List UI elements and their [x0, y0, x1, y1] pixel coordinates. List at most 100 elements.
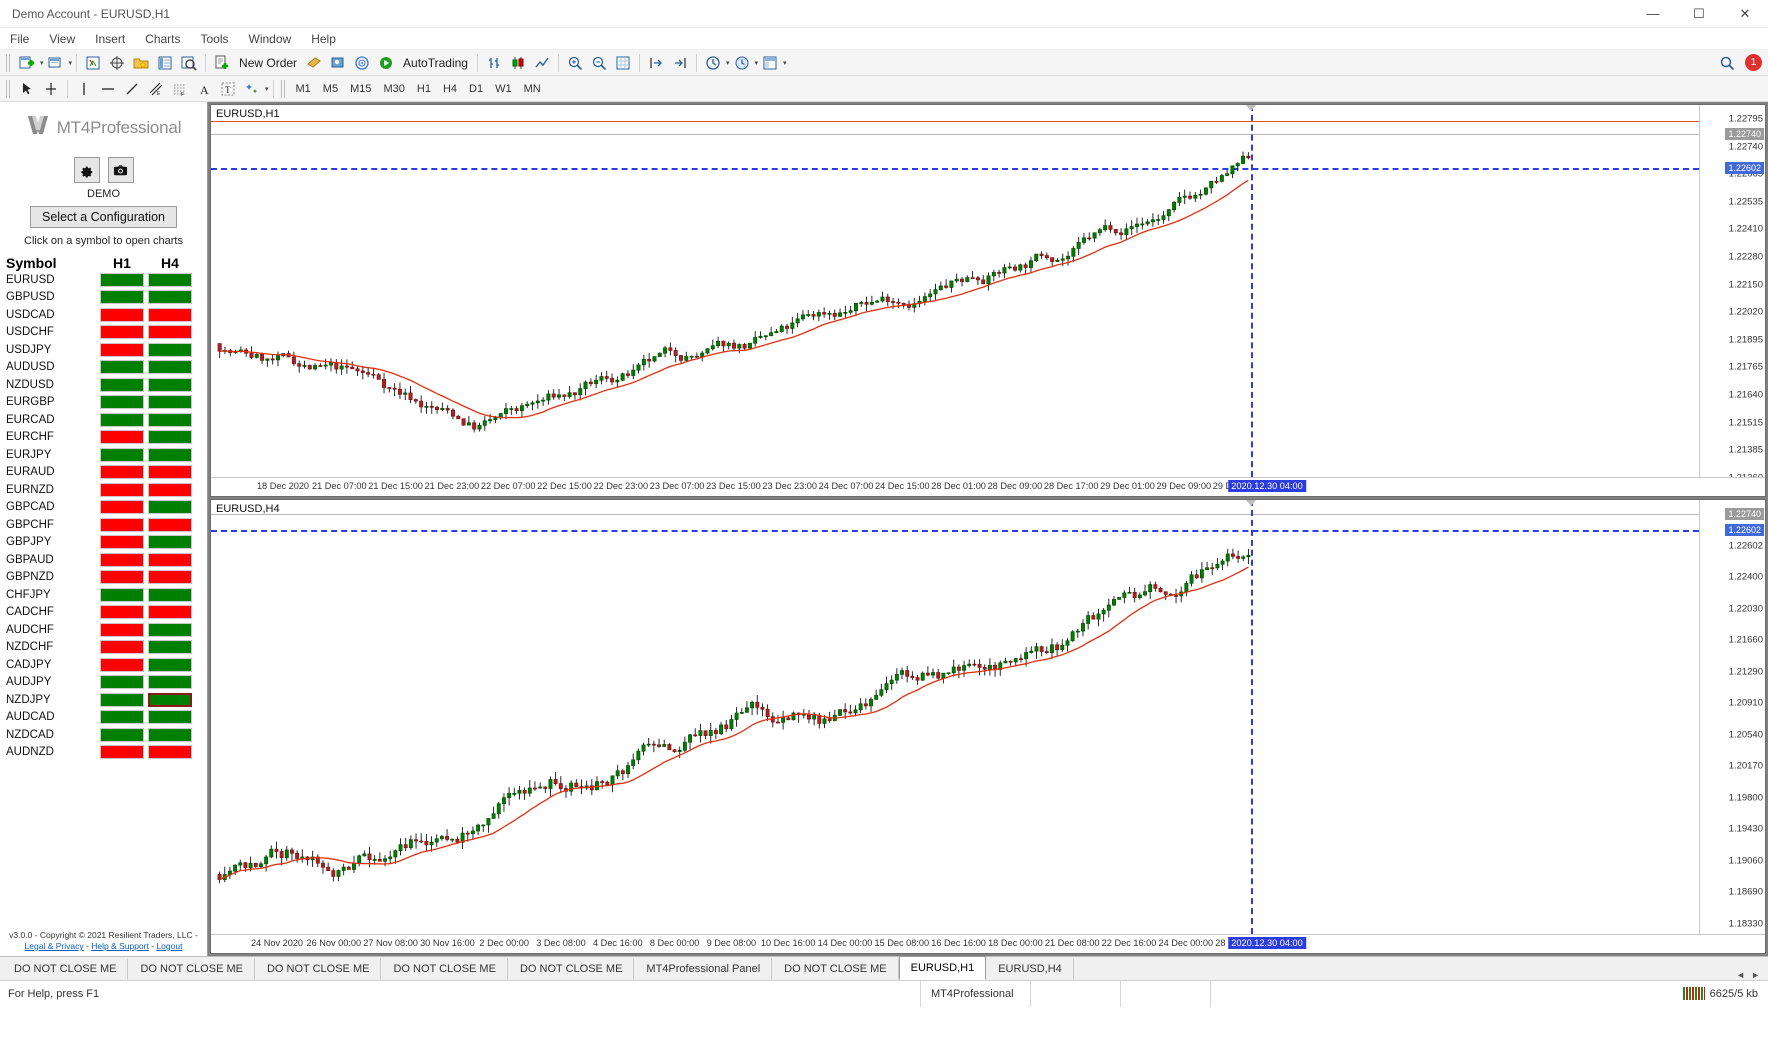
signal-cell-h1[interactable]	[100, 553, 144, 567]
timeframe-m30[interactable]: M30	[377, 80, 410, 98]
symbol-row[interactable]: GBPAUD	[0, 551, 207, 569]
alert-badge[interactable]: 1	[1745, 54, 1762, 71]
market-watch-icon[interactable]	[81, 52, 105, 74]
chart-tab[interactable]: MT4Professional Panel	[634, 958, 772, 980]
symbol-row[interactable]: NZDJPY	[0, 691, 207, 709]
signal-cell-h1[interactable]	[100, 448, 144, 462]
autotrading-label[interactable]: AutoTrading	[398, 56, 473, 70]
signal-cell-h4[interactable]	[148, 395, 192, 409]
symbol-row[interactable]: GBPNZD	[0, 569, 207, 587]
profiles-icon[interactable]	[44, 52, 68, 74]
signal-cell-h1[interactable]	[100, 535, 144, 549]
signal-cell-h4[interactable]	[148, 378, 192, 392]
menu-help[interactable]: Help	[301, 30, 346, 48]
symbol-row[interactable]: USDJPY	[0, 341, 207, 359]
symbol-row[interactable]: USDCAD	[0, 306, 207, 324]
cursor-icon[interactable]	[15, 78, 39, 100]
signal-cell-h4[interactable]	[148, 588, 192, 602]
symbol-row[interactable]: EURNZD	[0, 481, 207, 499]
zoom-in-icon[interactable]	[563, 52, 587, 74]
symbol-row[interactable]: GBPCHF	[0, 516, 207, 534]
symbol-row[interactable]: EURJPY	[0, 446, 207, 464]
signal-cell-h1[interactable]	[100, 290, 144, 304]
chart-tab[interactable]: DO NOT CLOSE ME	[772, 958, 898, 980]
symbol-row[interactable]: CADJPY	[0, 656, 207, 674]
symbol-row[interactable]: EURAUD	[0, 464, 207, 482]
signal-cell-h4[interactable]	[148, 290, 192, 304]
time-scale-h1[interactable]: 18 Dec 202021 Dec 07:0021 Dec 15:0021 De…	[211, 477, 1765, 496]
timeframe-m1[interactable]: M1	[290, 80, 317, 98]
autotrading-icon[interactable]	[374, 52, 398, 74]
symbol-row[interactable]: GBPJPY	[0, 534, 207, 552]
time-scale-h4[interactable]: 24 Nov 202026 Nov 00:0027 Nov 08:0030 No…	[211, 934, 1765, 953]
signal-cell-h4[interactable]	[148, 658, 192, 672]
chart-tab[interactable]: DO NOT CLOSE ME	[255, 958, 381, 980]
tab-next-icon[interactable]: ►	[1751, 970, 1760, 980]
signal-cell-h1[interactable]	[100, 343, 144, 357]
templates-dropdown-icon[interactable]: ▾	[783, 59, 787, 67]
signal-cell-h1[interactable]	[100, 623, 144, 637]
chart-plot-h4[interactable]	[211, 500, 1699, 934]
camera-icon[interactable]	[108, 157, 134, 183]
chart-grid-icon[interactable]	[611, 52, 635, 74]
signal-cell-h4[interactable]	[148, 273, 192, 287]
data-window-icon[interactable]	[177, 52, 201, 74]
signal-cell-h4[interactable]	[148, 623, 192, 637]
signal-cell-h1[interactable]	[100, 360, 144, 374]
signal-cell-h1[interactable]	[100, 728, 144, 742]
signal-cell-h1[interactable]	[100, 413, 144, 427]
zoom-out-icon[interactable]	[587, 52, 611, 74]
new-order-label[interactable]: New Order	[234, 56, 302, 70]
timeframe-grip[interactable]	[281, 80, 287, 98]
signal-cell-h4[interactable]	[148, 675, 192, 689]
close-icon[interactable]: ✕	[1722, 0, 1768, 28]
signal-cell-h1[interactable]	[100, 500, 144, 514]
signal-cell-h1[interactable]	[100, 308, 144, 322]
chart-tab[interactable]: DO NOT CLOSE ME	[508, 958, 634, 980]
symbol-row[interactable]: GBPUSD	[0, 289, 207, 307]
signal-cell-h4[interactable]	[148, 448, 192, 462]
help-support-link[interactable]: Help & Support	[91, 941, 149, 951]
chart-tab[interactable]: EURUSD,H1	[899, 956, 987, 980]
signal-cell-h4[interactable]	[148, 693, 192, 707]
symbol-row[interactable]: CADCHF	[0, 604, 207, 622]
trendline-icon[interactable]	[120, 78, 144, 100]
signal-cell-h4[interactable]	[148, 360, 192, 374]
favorites-folder-icon[interactable]	[129, 52, 153, 74]
signal-cell-h1[interactable]	[100, 483, 144, 497]
shapes-icon[interactable]	[240, 78, 264, 100]
signal-cell-h4[interactable]	[148, 465, 192, 479]
tab-prev-icon[interactable]: ◄	[1736, 970, 1745, 980]
signal-cell-h4[interactable]	[148, 325, 192, 339]
chart-shift-icon[interactable]	[644, 52, 668, 74]
templates-icon[interactable]	[758, 52, 782, 74]
shapes-dropdown-icon[interactable]: ▾	[265, 85, 269, 93]
signal-cell-h1[interactable]	[100, 430, 144, 444]
signal-cell-h4[interactable]	[148, 308, 192, 322]
signal-cell-h4[interactable]	[148, 640, 192, 654]
signal-cell-h1[interactable]	[100, 588, 144, 602]
timeframe-d1[interactable]: D1	[463, 80, 489, 98]
line-chart-icon[interactable]	[530, 52, 554, 74]
timeframe-m5[interactable]: M5	[317, 80, 344, 98]
crosshair-target-icon[interactable]	[105, 52, 129, 74]
fibonacci-icon[interactable]: F	[168, 78, 192, 100]
chart-window-h4[interactable]: EURUSD,H4 1.227401.226021.224001.220301.…	[210, 499, 1766, 954]
chart-window-h1[interactable]: EURUSD,H1 1.227951.227401.226651.225351.…	[210, 104, 1766, 497]
menu-window[interactable]: Window	[239, 30, 302, 48]
signal-cell-h4[interactable]	[148, 483, 192, 497]
navigator-icon[interactable]	[153, 52, 177, 74]
chart-tab[interactable]: DO NOT CLOSE ME	[128, 958, 254, 980]
price-scale-h1[interactable]: 1.227951.227401.226651.225351.224101.222…	[1699, 105, 1765, 477]
menu-insert[interactable]: Insert	[85, 30, 135, 48]
chart-tab[interactable]: DO NOT CLOSE ME	[2, 958, 128, 980]
symbol-row[interactable]: GBPCAD	[0, 499, 207, 517]
timeframe-h1[interactable]: H1	[411, 80, 437, 98]
menu-view[interactable]: View	[39, 30, 85, 48]
symbol-row[interactable]: EURGBP	[0, 394, 207, 412]
metaeditor-icon[interactable]	[302, 52, 326, 74]
signal-cell-h1[interactable]	[100, 518, 144, 532]
symbol-row[interactable]: NZDCHF	[0, 639, 207, 657]
gear-icon[interactable]	[74, 157, 100, 183]
signal-cell-h1[interactable]	[100, 675, 144, 689]
